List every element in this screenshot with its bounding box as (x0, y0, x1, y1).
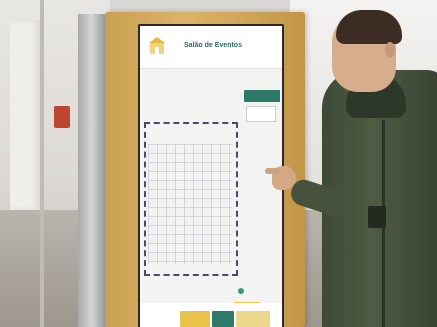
kiosk-touchscreen[interactable]: Salão de Eventos (138, 24, 284, 327)
person-hair (336, 10, 402, 44)
photo-scene: Salão de Eventos (0, 0, 437, 327)
side-panel (246, 106, 276, 122)
brand-title: Salão de Eventos (184, 42, 242, 49)
pillar (10, 20, 40, 210)
screen-header: Salão de Eventos (140, 26, 282, 69)
person-ear (385, 42, 395, 58)
screen-footer (140, 303, 282, 327)
red-sign (54, 106, 70, 128)
map-route-outline (144, 122, 238, 276)
building-logo-icon (149, 37, 165, 54)
jacket-patch (368, 206, 386, 228)
footer-button-yellow[interactable] (180, 311, 210, 327)
glass-divider (40, 0, 44, 327)
kiosk-post (78, 14, 108, 327)
footer-button-green[interactable] (212, 311, 234, 327)
footer-button-light[interactable] (236, 311, 270, 327)
side-button[interactable] (244, 90, 280, 102)
location-pin-icon (238, 288, 244, 294)
floor-map[interactable] (144, 122, 240, 282)
pointing-finger (265, 168, 279, 174)
